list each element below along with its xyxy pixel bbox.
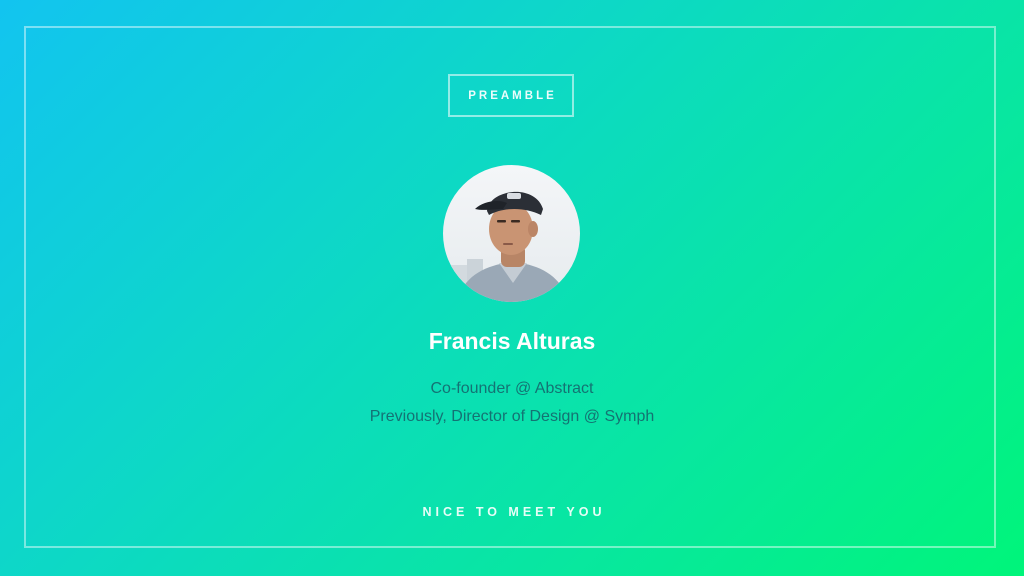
section-label: PREAMBLE: [468, 89, 557, 102]
avatar: [443, 165, 580, 302]
speaker-name: Francis Alturas: [428, 328, 596, 354]
speaker-role-previous: Previously, Director of Design @ Symph: [369, 408, 655, 425]
speaker-role-current: Co-founder @ Abstract: [430, 380, 594, 397]
section-badge: PREAMBLE: [448, 74, 574, 117]
footer-tagline: NICE TO MEET YOU: [422, 505, 606, 519]
speaker-photo-icon: [443, 165, 580, 302]
